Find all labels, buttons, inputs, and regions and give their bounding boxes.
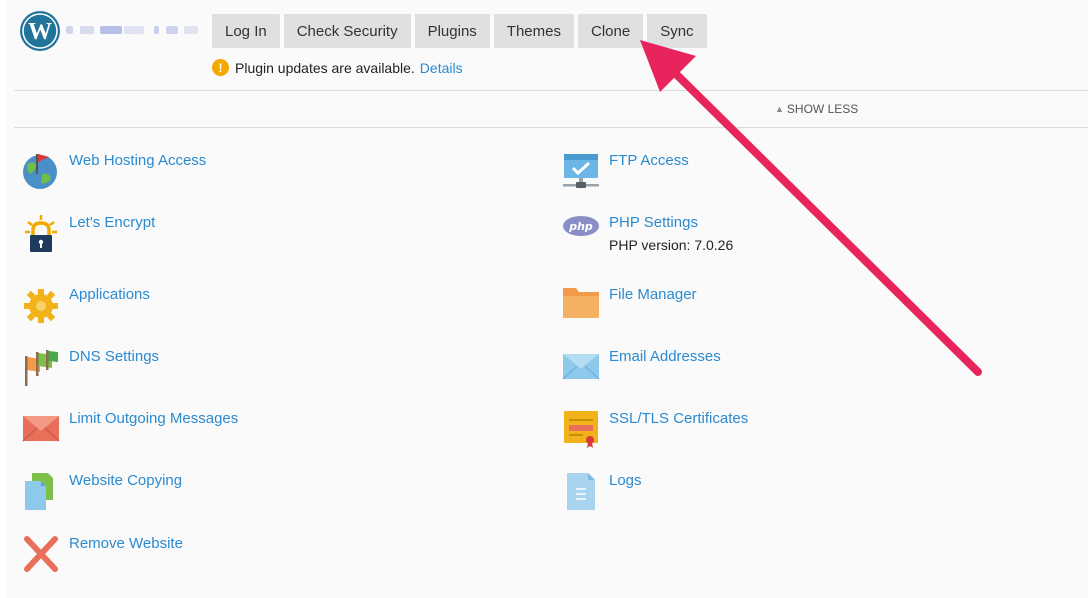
tool-label[interactable]: Applications xyxy=(69,286,150,303)
notice-text: Plugin updates are available. xyxy=(235,59,415,76)
envelope-red-icon xyxy=(22,410,60,450)
folder-icon xyxy=(562,286,600,326)
divider xyxy=(14,127,1088,128)
tool-dns-settings[interactable]: DNS Settings xyxy=(22,348,159,388)
svg-text:W: W xyxy=(28,19,52,45)
plugin-update-notice: ! Plugin updates are available. Details xyxy=(212,59,463,76)
warning-icon: ! xyxy=(212,59,229,76)
tool-remove-website[interactable]: Remove Website xyxy=(22,535,183,575)
envelope-blue-icon xyxy=(562,348,600,388)
tool-ssl-tls-certificates[interactable]: SSL/TLS Certificates xyxy=(562,410,748,450)
sync-button[interactable]: Sync xyxy=(647,14,707,48)
tool-ftp-access[interactable]: FTP Access xyxy=(562,152,689,192)
chevron-up-icon: ▲ xyxy=(775,104,784,114)
tool-label[interactable]: DNS Settings xyxy=(69,348,159,365)
certificate-icon xyxy=(562,410,600,450)
gear-icon xyxy=(22,286,60,326)
php-icon: php xyxy=(562,214,600,254)
tool-applications[interactable]: Applications xyxy=(22,286,150,326)
tool-limit-outgoing-messages[interactable]: Limit Outgoing Messages xyxy=(22,410,238,450)
tool-label[interactable]: Limit Outgoing Messages xyxy=(69,410,238,427)
details-link[interactable]: Details xyxy=(420,60,463,76)
wordpress-toolbar: Log In Check Security Plugins Themes Clo… xyxy=(212,14,707,48)
login-button[interactable]: Log In xyxy=(212,14,280,48)
tool-website-copying[interactable]: Website Copying xyxy=(22,472,182,512)
dns-flags-icon xyxy=(22,348,60,388)
remove-x-icon xyxy=(22,535,60,575)
tool-label[interactable]: Web Hosting Access xyxy=(69,152,206,169)
wordpress-logo-icon[interactable]: W xyxy=(20,11,60,51)
tool-php-settings[interactable]: php PHP Settings PHP version: 7.0.26 xyxy=(562,214,733,254)
tool-label[interactable]: Email Addresses xyxy=(609,348,721,365)
divider xyxy=(14,90,1088,91)
tool-label[interactable]: Let's Encrypt xyxy=(69,214,155,231)
tool-label[interactable]: SSL/TLS Certificates xyxy=(609,410,748,427)
tool-label[interactable]: PHP Settings xyxy=(609,214,733,231)
tool-file-manager[interactable]: File Manager xyxy=(562,286,697,326)
tool-email-addresses[interactable]: Email Addresses xyxy=(562,348,721,388)
lock-icon xyxy=(22,214,60,254)
globe-flag-icon xyxy=(22,152,60,192)
plugins-button[interactable]: Plugins xyxy=(414,14,490,48)
themes-button[interactable]: Themes xyxy=(493,14,574,48)
tool-web-hosting-access[interactable]: Web Hosting Access xyxy=(22,152,206,192)
check-security-button[interactable]: Check Security xyxy=(283,14,411,48)
tool-label[interactable]: Website Copying xyxy=(69,472,182,489)
tool-label[interactable]: File Manager xyxy=(609,286,697,303)
tool-label[interactable]: Remove Website xyxy=(69,535,183,552)
tool-logs[interactable]: Logs xyxy=(562,472,642,512)
svg-text:php: php xyxy=(568,220,593,233)
site-name-redacted[interactable] xyxy=(66,23,202,37)
log-doc-icon xyxy=(562,472,600,512)
clone-button[interactable]: Clone xyxy=(577,14,644,48)
php-version-text: PHP version: 7.0.26 xyxy=(609,237,734,253)
copy-doc-icon xyxy=(22,472,60,512)
show-less-label: SHOW LESS xyxy=(786,102,859,116)
tool-label[interactable]: FTP Access xyxy=(609,152,689,169)
ftp-icon xyxy=(562,152,600,192)
tool-label[interactable]: Logs xyxy=(609,472,642,489)
show-less-toggle[interactable]: ▲ SHOW LESS xyxy=(775,102,858,116)
tool-lets-encrypt[interactable]: Let's Encrypt xyxy=(22,214,155,254)
